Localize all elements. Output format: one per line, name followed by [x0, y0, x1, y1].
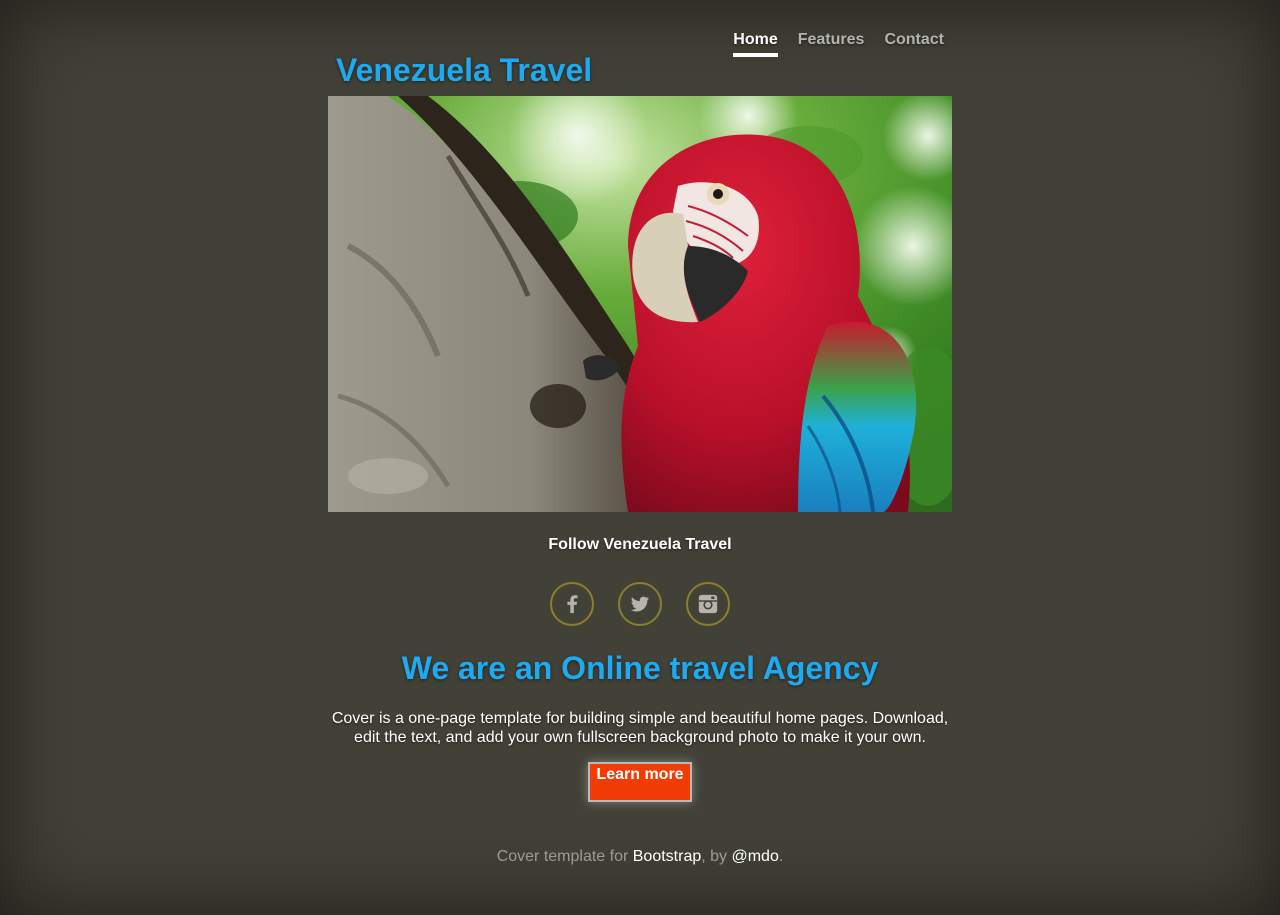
- twitter-link[interactable]: [618, 582, 662, 626]
- main-nav: Home Features Contact: [733, 31, 944, 57]
- footer-credit: Cover template for Bootstrap, by @mdo.: [328, 848, 952, 866]
- lead-text-line2: edit the text, and add your own fullscre…: [354, 729, 926, 746]
- instagram-icon: [698, 594, 718, 614]
- nav-contact[interactable]: Contact: [884, 31, 944, 57]
- social-links: [328, 582, 952, 626]
- bootstrap-link[interactable]: Bootstrap: [633, 848, 701, 865]
- footer-suffix: .: [778, 848, 784, 865]
- twitter-icon: [630, 596, 650, 612]
- footer-prefix: Cover template for: [496, 848, 633, 865]
- footer-middle: , by: [701, 848, 732, 865]
- instagram-link[interactable]: [686, 582, 730, 626]
- lead-text: Cover is a one-page template for buildin…: [328, 709, 952, 747]
- learn-more-button[interactable]: Learn more: [588, 762, 692, 802]
- main-headline: We are an Online travel Agency: [401, 650, 879, 686]
- facebook-icon: [567, 595, 578, 614]
- facebook-link[interactable]: [550, 582, 594, 626]
- cover-container: Venezuela Travel Home Features Contact F…: [328, 0, 952, 915]
- follow-heading: Follow Venezuela Travel: [548, 536, 732, 553]
- lead-text-line1: Cover is a one-page template for buildin…: [331, 710, 949, 727]
- nav-features[interactable]: Features: [798, 31, 865, 57]
- nav-home[interactable]: Home: [733, 31, 778, 57]
- mdo-link[interactable]: @mdo: [731, 848, 778, 865]
- hero-image-macaw: [328, 96, 952, 512]
- brand-title: Venezuela Travel: [336, 52, 593, 88]
